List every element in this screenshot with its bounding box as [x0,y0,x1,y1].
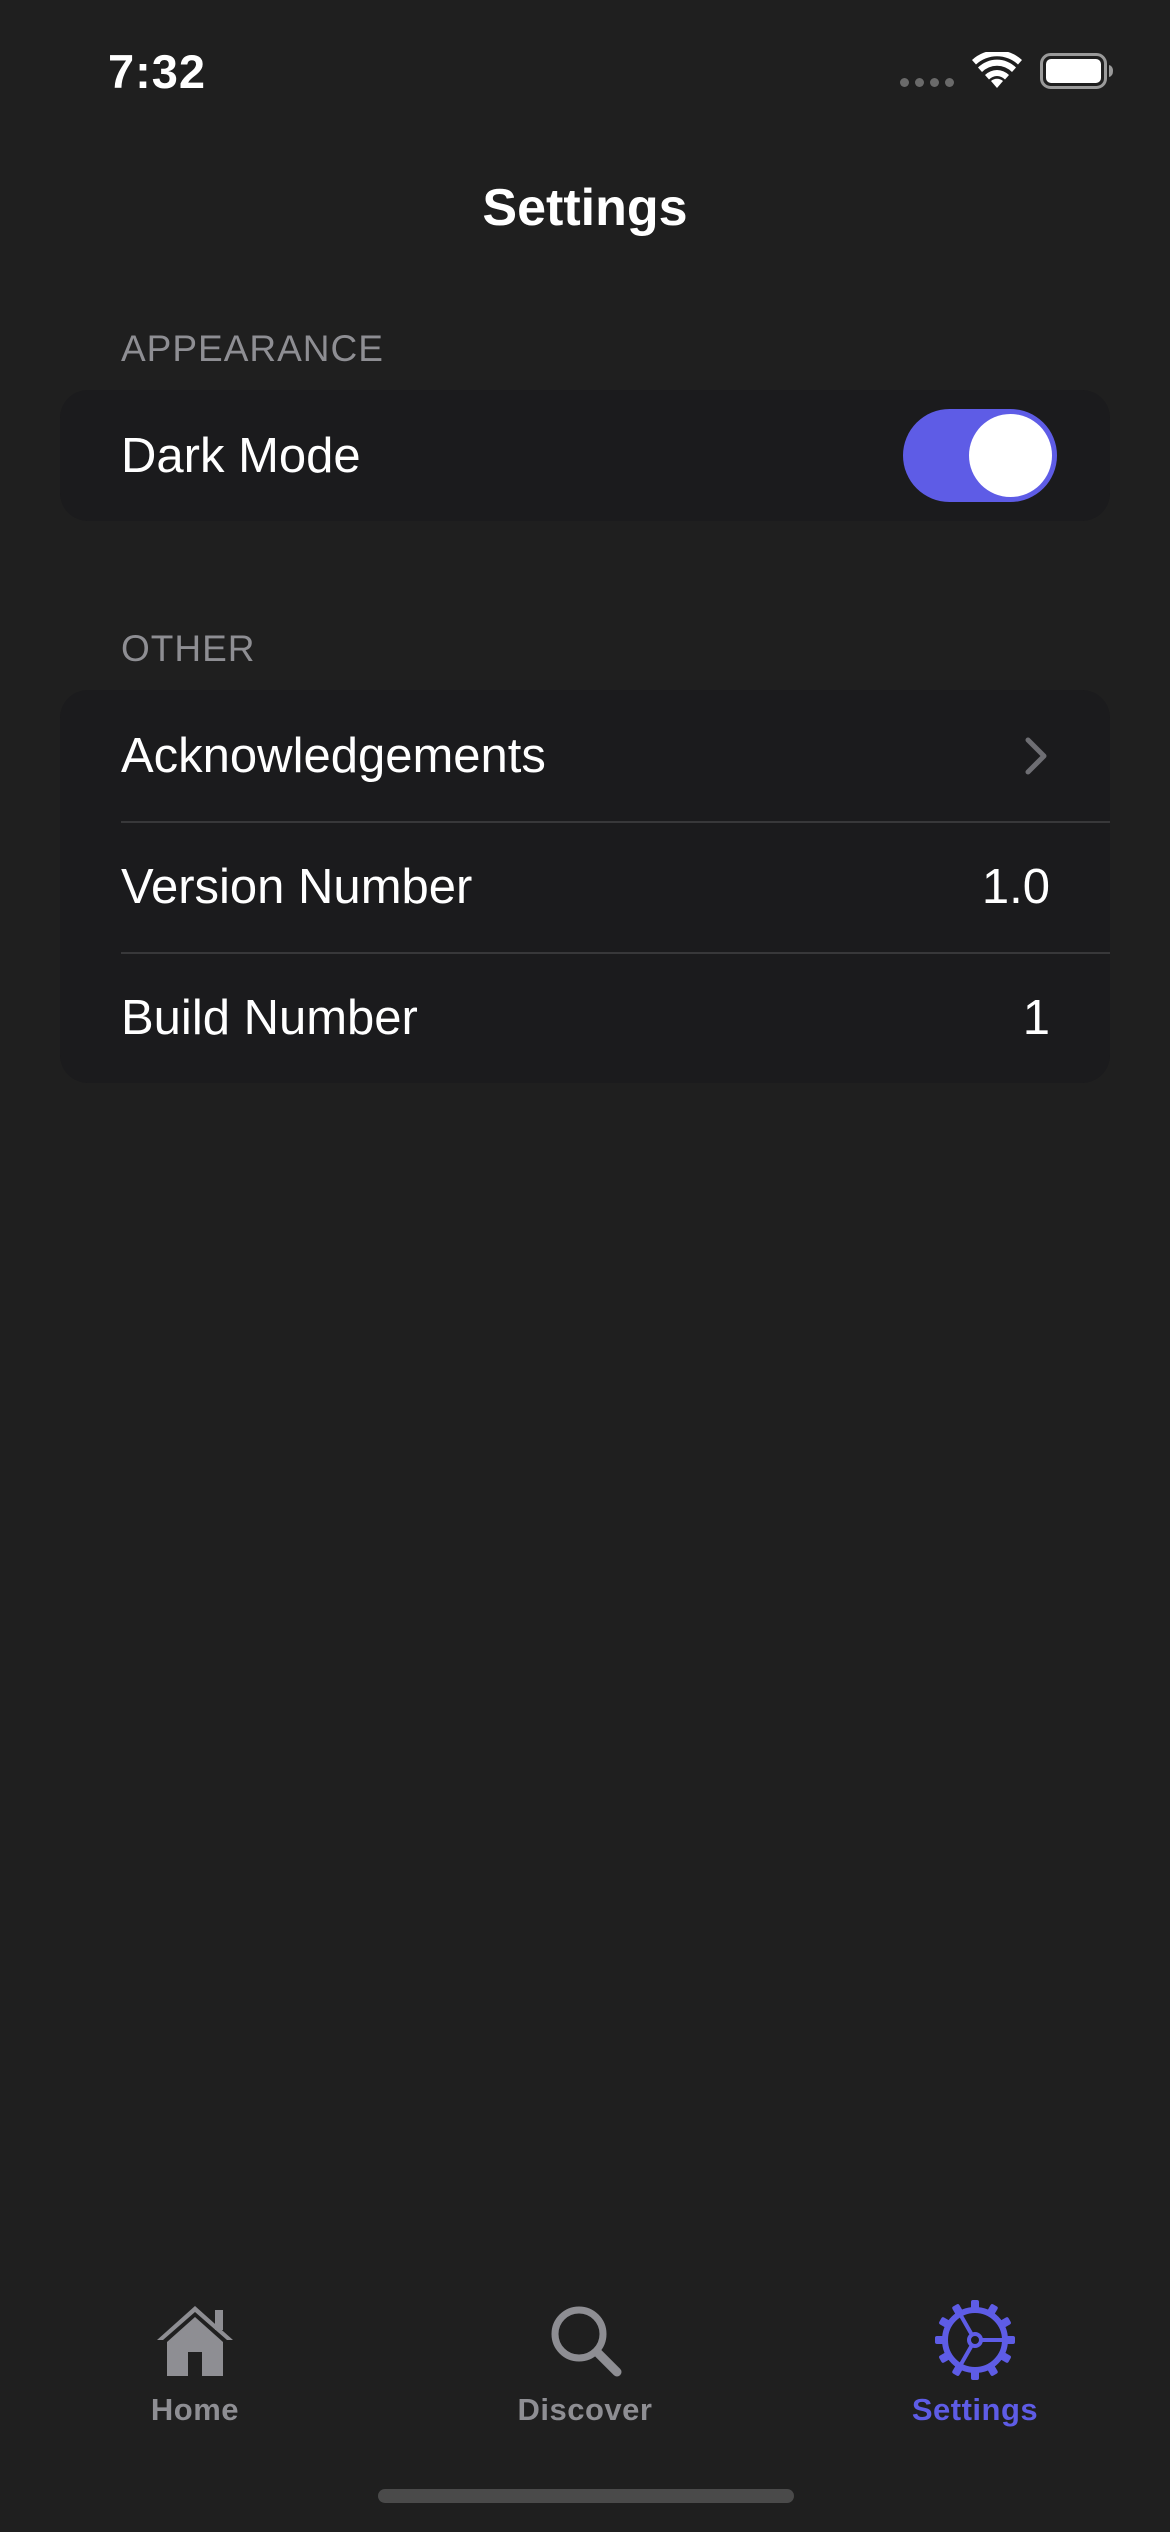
tab-home-label: Home [150,2392,240,2427]
appearance-group: Dark Mode [60,390,1110,521]
dark-mode-toggle[interactable] [903,409,1057,502]
version-number-row: Version Number 1.0 [60,821,1110,952]
toggle-knob [969,414,1052,497]
tab-settings-label: Settings [911,2392,1039,2427]
house-icon [157,2306,233,2376]
acknowledgements-label: Acknowledgements [121,728,546,783]
battery-icon [1040,53,1113,89]
gear-icon [935,2300,1015,2380]
tab-home[interactable]: Home [0,2270,390,2450]
version-number-label: Version Number [121,859,473,914]
tab-discover[interactable]: Discover [390,2270,780,2450]
tab-settings[interactable]: Settings [780,2270,1170,2450]
section-header-appearance: APPEARANCE [121,328,384,369]
build-number-row: Build Number 1 [60,952,1110,1083]
section-header-other: OTHER [121,628,256,669]
wifi-icon [972,52,1022,88]
home-indicator[interactable] [378,2489,794,2503]
tab-bar: Home Discover Settings [0,2270,1170,2450]
status-time: 7:32 [108,45,207,98]
dark-mode-label: Dark Mode [121,428,361,483]
version-number-value: 1.0 [981,859,1050,914]
magnifier-icon [551,2306,622,2377]
chevron-right-icon [1025,737,1047,774]
status-bar: 7:32 [0,0,1170,140]
cellular-signal-icon [900,77,954,87]
tab-discover-label: Discover [517,2392,653,2427]
other-group: Acknowledgements Version Number 1.0 Buil… [60,690,1110,1083]
build-number-value: 1 [1022,990,1050,1045]
status-icons [900,52,1114,90]
page-title: Settings [482,179,688,237]
acknowledgements-row[interactable]: Acknowledgements [60,690,1110,821]
settings-screen: 7:32 Settings APPEARANCE Dark Mode OTHER… [0,0,1170,2532]
build-number-label: Build Number [121,990,418,1045]
dark-mode-row: Dark Mode [60,390,1110,521]
